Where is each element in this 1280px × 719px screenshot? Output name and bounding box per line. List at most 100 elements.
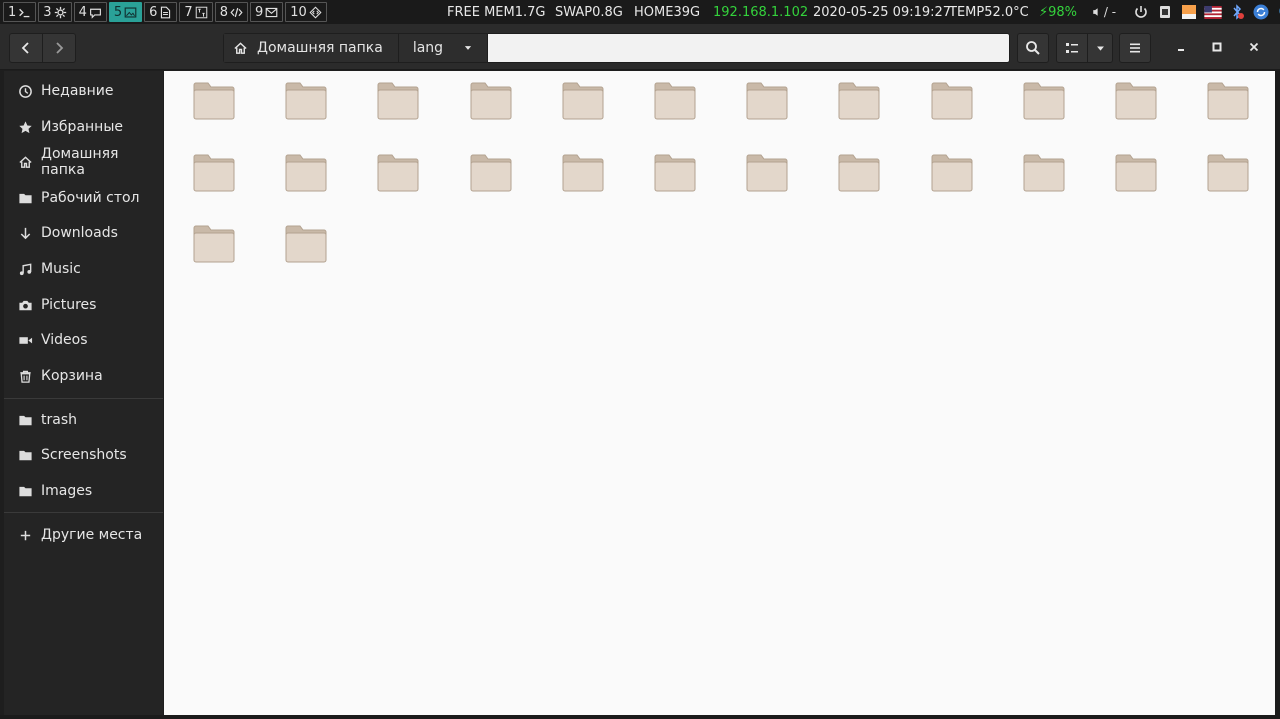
folder-item[interactable]	[737, 73, 797, 137]
chevron-right-icon	[56, 42, 64, 54]
folder-icon	[562, 154, 604, 192]
folder-icon	[377, 82, 419, 120]
path-crumb-current[interactable]: lang	[398, 34, 489, 62]
workspace-3[interactable]: 3	[38, 2, 72, 22]
sidebar-separator	[4, 398, 163, 399]
folder-item[interactable]	[645, 73, 705, 137]
database-tray-button[interactable]	[1276, 3, 1280, 21]
sidebar-item-music[interactable]: Music	[4, 253, 163, 285]
workspace-1[interactable]: 1	[3, 2, 37, 22]
keyboard-layout-button[interactable]	[1204, 3, 1222, 21]
volume-indicator[interactable]: / -	[1090, 3, 1118, 21]
notes-tray-button[interactable]	[1180, 3, 1198, 21]
chat-icon	[89, 8, 101, 19]
clock-icon	[19, 84, 32, 98]
home-icon	[19, 155, 32, 168]
sidebar-bookmark-screenshots[interactable]: Screenshots	[4, 439, 163, 471]
sidebar-item-videos[interactable]: Videos	[4, 324, 163, 356]
folder-item[interactable]	[553, 73, 613, 137]
folder-item[interactable]	[276, 216, 336, 280]
folder-item[interactable]	[1198, 145, 1258, 209]
swap-indicator: SWAP0.8G	[555, 4, 623, 20]
folder-item[interactable]	[1106, 145, 1166, 209]
sidebar-bookmark-images[interactable]: Images	[4, 475, 163, 507]
path-crumb-home[interactable]: Домашняя папка	[224, 34, 399, 62]
folder-item[interactable]	[461, 145, 521, 209]
close-button[interactable]	[1244, 37, 1264, 57]
sidebar-separator	[4, 512, 163, 513]
file-icon-view[interactable]	[164, 71, 1275, 715]
bluetooth-icon	[1233, 4, 1244, 20]
update-tray-button[interactable]	[1252, 3, 1270, 21]
folder-icon	[285, 82, 327, 120]
bluetooth-tray-button[interactable]	[1228, 3, 1246, 21]
forward-button[interactable]	[42, 33, 76, 63]
folder-icon	[285, 225, 327, 263]
workspace-4[interactable]: 4	[73, 2, 107, 22]
folder-item[interactable]	[1106, 73, 1166, 137]
folder-item[interactable]	[1014, 145, 1074, 209]
folder-item[interactable]	[184, 145, 244, 209]
trash-icon	[20, 370, 31, 383]
main-menu-button[interactable]	[1119, 33, 1151, 63]
workspace-8[interactable]: 8	[214, 2, 248, 22]
workspace-number: 8	[219, 4, 228, 20]
workspace-7[interactable]: 7	[179, 2, 213, 22]
sidebar-item-downloads[interactable]: Downloads	[4, 217, 163, 249]
video-icon	[19, 336, 33, 344]
folder-item[interactable]	[368, 73, 428, 137]
folder-item[interactable]	[645, 145, 705, 209]
clipboard-tray-button[interactable]	[1156, 3, 1174, 21]
folder-icon	[193, 154, 235, 192]
sidebar-item-home[interactable]: Домашняя папка	[4, 146, 163, 178]
folder-icon	[838, 154, 880, 192]
clipboard-icon	[1160, 6, 1170, 18]
workspace-10[interactable]: 10	[285, 2, 327, 22]
folder-icon	[285, 154, 327, 192]
view-options-dropdown[interactable]	[1087, 33, 1113, 63]
sidebar-item-other-locations[interactable]: Другие места	[4, 519, 163, 551]
workspace-6[interactable]: 6	[144, 2, 178, 22]
workspace-9[interactable]: 9	[249, 2, 284, 22]
mail-icon	[265, 7, 278, 17]
sidebar-item-pictures[interactable]: Pictures	[4, 289, 163, 321]
temperature-indicator: TEMP52.0°C	[949, 4, 1029, 20]
view-mode-button[interactable]	[1056, 33, 1088, 63]
search-button[interactable]	[1017, 33, 1049, 63]
folder-item[interactable]	[1014, 73, 1074, 137]
folder-icon	[19, 415, 32, 425]
folder-item[interactable]	[1198, 73, 1258, 137]
folder-icon	[562, 82, 604, 120]
path-crumb-home-label: Домашняя папка	[257, 40, 383, 56]
folder-item[interactable]	[829, 73, 889, 137]
sidebar-bookmark-trash[interactable]: trash	[4, 404, 163, 436]
maximize-button[interactable]	[1207, 37, 1227, 57]
back-button[interactable]	[9, 33, 43, 63]
folder-item[interactable]	[184, 73, 244, 137]
triangle-down-icon	[464, 46, 472, 50]
folder-item[interactable]	[922, 145, 982, 209]
folder-item[interactable]	[553, 145, 613, 209]
power-button[interactable]	[1132, 3, 1150, 21]
folder-item[interactable]	[184, 216, 244, 280]
folder-item[interactable]	[368, 145, 428, 209]
folder-icon	[1115, 154, 1157, 192]
folder-item[interactable]	[737, 145, 797, 209]
triangle-down-icon	[1096, 45, 1104, 51]
workspace-5[interactable]: 5	[108, 2, 143, 22]
sidebar-item-starred[interactable]: Избранные	[4, 111, 163, 143]
notepad-icon	[1182, 5, 1196, 19]
folder-item[interactable]	[276, 145, 336, 209]
sidebar-item-trash[interactable]: Корзина	[4, 360, 163, 392]
folder-item[interactable]	[461, 73, 521, 137]
location-entry[interactable]	[488, 34, 1009, 62]
workspace-number: 6	[149, 4, 158, 20]
sidebar-item-desktop[interactable]: Рабочий стол	[4, 182, 163, 214]
us-flag-icon	[1204, 5, 1222, 19]
folder-item[interactable]	[829, 145, 889, 209]
folder-item[interactable]	[276, 73, 336, 137]
sidebar-item-recent[interactable]: Недавние	[4, 75, 163, 107]
clock-indicator: 2020-05-25 09:19:27	[813, 4, 952, 20]
folder-item[interactable]	[922, 73, 982, 137]
minimize-button[interactable]	[1171, 37, 1191, 57]
